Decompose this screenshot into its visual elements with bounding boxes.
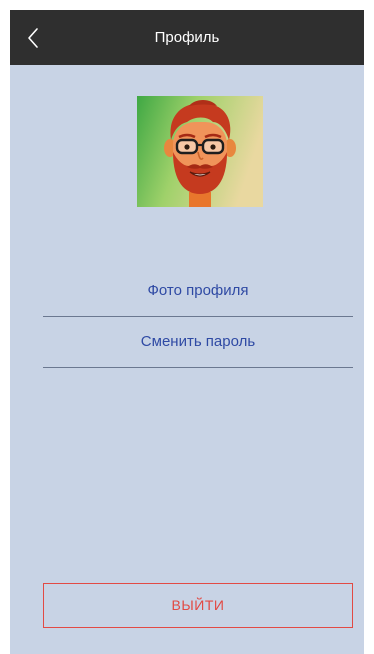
change-password-item[interactable]: Сменить пароль (43, 317, 353, 368)
app-header: Профиль (10, 10, 364, 65)
page-title: Профиль (154, 29, 220, 46)
avatar[interactable] (137, 96, 263, 207)
avatar-image (137, 96, 263, 207)
profile-screen: Профиль Фото профиля Сменить пароль ВЫЙТ… (10, 10, 364, 654)
logout-label: ВЫЙТИ (171, 597, 225, 613)
profile-photo-label: Фото профиля (147, 282, 249, 299)
profile-photo-item[interactable]: Фото профиля (43, 266, 353, 317)
logout-button[interactable]: ВЫЙТИ (43, 583, 353, 628)
change-password-label: Сменить пароль (140, 333, 256, 350)
